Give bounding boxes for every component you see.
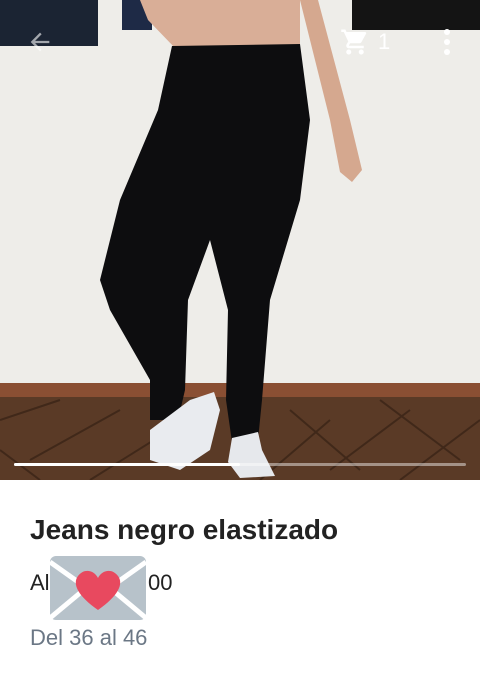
- envelope-heart-icon: [48, 556, 148, 620]
- back-button[interactable]: [22, 24, 58, 60]
- cart-count-badge: 1: [378, 29, 391, 54]
- app-toolbar: 1: [0, 0, 480, 84]
- product-title: Jeans negro elastizado: [30, 514, 339, 545]
- size-range: Del 36 al 46: [30, 625, 148, 650]
- carousel-progress-track: [14, 463, 466, 466]
- carousel-progress-fill: [14, 463, 240, 466]
- price-suffix: 00: [148, 570, 173, 595]
- price-row: Al 00: [30, 556, 230, 620]
- product-screen: 1 Jeans negro elastizado Al 00 Del 36 al…: [0, 0, 480, 688]
- price-prefix: Al: [30, 570, 50, 595]
- product-details: Jeans negro elastizado Al 00 Del 36 al 4…: [0, 480, 480, 688]
- cart-button[interactable]: 1: [340, 24, 390, 60]
- shopping-cart-icon: [341, 29, 367, 55]
- arrow-back-icon: [30, 32, 50, 52]
- more-options-button[interactable]: [434, 24, 460, 60]
- more-vertical-icon: [444, 29, 450, 55]
